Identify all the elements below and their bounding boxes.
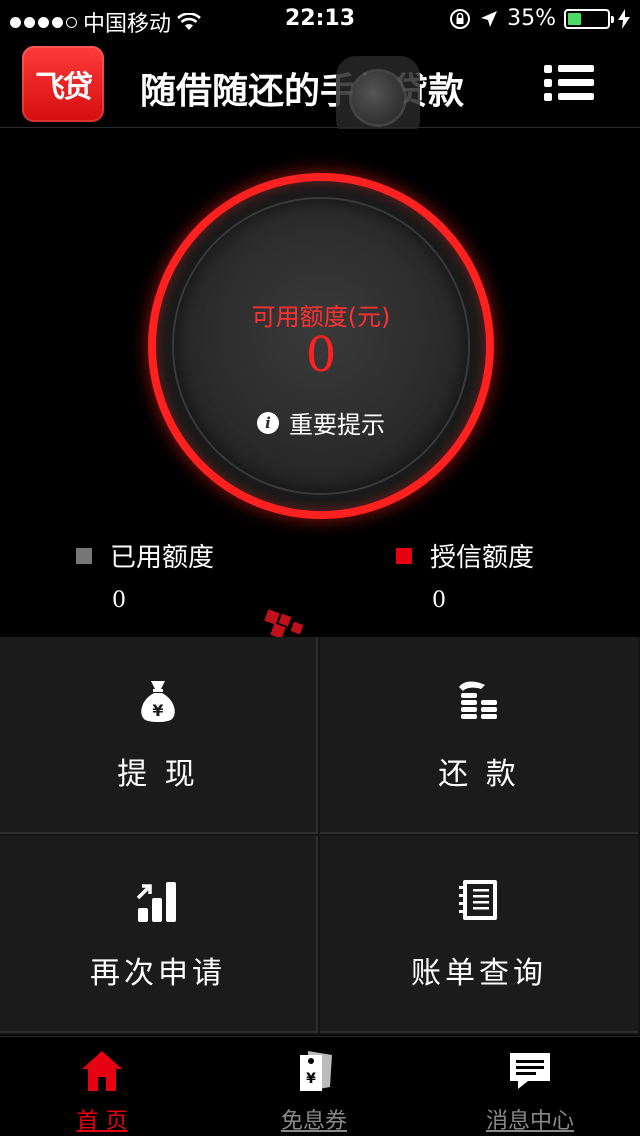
tab-messages[interactable]: 消息中心: [474, 1037, 586, 1136]
svg-text:¥: ¥: [306, 1071, 316, 1087]
withdraw-label: 提 现: [117, 756, 199, 792]
granted-credit-label: 授信额度: [430, 543, 535, 573]
tab-home[interactable]: 首 页: [52, 1037, 152, 1136]
tab-coupons[interactable]: ¥ 免息券: [264, 1037, 364, 1136]
watermark-logo: [264, 609, 304, 639]
repay-label: 还 款: [438, 756, 520, 792]
message-icon: [510, 1053, 550, 1089]
reapply-button[interactable]: 再次申请: [0, 836, 318, 1033]
svg-text:¥: ¥: [152, 701, 163, 720]
rotation-lock-icon: [450, 8, 471, 29]
granted-credit-legend: 授信额度 0: [396, 537, 534, 613]
signal-strength-icon: [10, 16, 77, 28]
info-icon: i: [257, 411, 279, 434]
charging-bolt-icon: [618, 8, 630, 29]
credit-dial-face: 可用额度(元) 0 i 重要提示: [174, 199, 468, 493]
credit-overview: 可用额度(元) 0 i 重要提示 已用额度 0 授信额度 0: [0, 129, 640, 639]
tab-messages-label: 消息中心: [485, 1109, 574, 1134]
battery-icon: [564, 8, 614, 29]
used-credit-swatch: [76, 547, 92, 564]
bill-query-button[interactable]: 账单查询: [320, 836, 638, 1033]
notebook-icon: [459, 879, 497, 920]
menu-icon[interactable]: [544, 64, 596, 102]
tab-home-label: 首 页: [76, 1109, 128, 1134]
granted-credit-swatch: [396, 547, 412, 564]
important-tip-label: 重要提示: [289, 411, 385, 439]
bar-chart-up-icon: [136, 881, 176, 922]
status-right: 35%: [449, 6, 630, 31]
bill-query-label: 账单查询: [411, 955, 547, 991]
withdraw-button[interactable]: ¥ 提 现: [0, 637, 318, 834]
status-bar: 中国移动 22:13 35%: [0, 0, 640, 40]
battery-percent: 35%: [507, 6, 556, 31]
important-tip-link[interactable]: i 重要提示: [174, 405, 468, 440]
repay-button[interactable]: 还 款: [320, 637, 638, 834]
available-credit-value: 0: [305, 327, 337, 383]
assistive-touch-button[interactable]: [336, 56, 420, 140]
logo-text: 飞贷: [35, 70, 93, 105]
location-arrow-icon: [481, 10, 498, 27]
carrier-name: 中国移动: [83, 12, 172, 37]
app-logo: 飞贷: [22, 46, 104, 122]
app-screen: 中国移动 22:13 35% 飞贷 随借随还的手机贷款 可用额度(元) 0 i …: [0, 0, 640, 1136]
tab-bar: 首 页 ¥ 免息券 消息中心: [0, 1036, 640, 1136]
money-bag-icon: ¥: [141, 680, 175, 722]
app-header: 飞贷 随借随还的手机贷款: [0, 40, 640, 140]
status-left: 中国移动: [10, 6, 201, 38]
used-credit-value: 0: [112, 588, 126, 613]
action-grid: ¥ 提 现 还 款 再次申请 账单查询: [0, 637, 640, 1035]
coin-stack-icon: [459, 681, 497, 719]
used-credit-label: 已用额度: [110, 543, 215, 573]
home-icon: [82, 1051, 122, 1091]
coupon-tag-icon: ¥: [300, 1051, 332, 1091]
wifi-icon: [177, 13, 201, 30]
granted-credit-value: 0: [432, 588, 446, 613]
tab-coupons-label: 免息券: [280, 1109, 347, 1134]
credit-dial: 可用额度(元) 0 i 重要提示: [148, 173, 494, 519]
used-credit-legend: 已用额度 0: [76, 537, 214, 613]
reapply-label: 再次申请: [90, 955, 226, 991]
